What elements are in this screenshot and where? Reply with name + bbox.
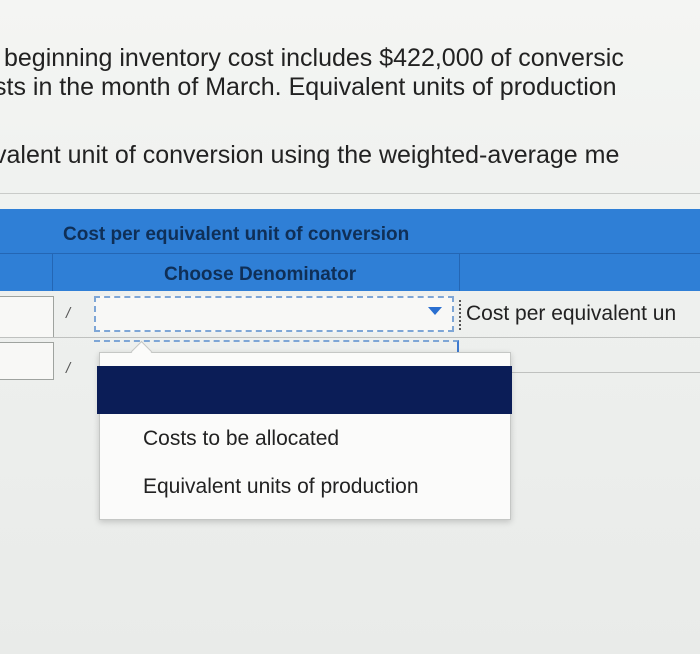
header-column-separator — [52, 253, 53, 291]
numerator-cell-row-1[interactable] — [0, 296, 54, 338]
question-text-line-1: beginning inventory cost includes $422,0… — [4, 44, 624, 72]
section-divider — [0, 193, 700, 194]
dropdown-option-blank-selected[interactable] — [97, 366, 512, 414]
question-text-line-3: valent unit of conversion using the weig… — [0, 141, 620, 169]
dropdown-option-costs-to-be-allocated[interactable]: Costs to be allocated — [143, 427, 339, 451]
divide-symbol: / — [66, 305, 71, 322]
dropdown-option-equivalent-units[interactable]: Equivalent units of production — [143, 475, 419, 499]
denominator-column-header: Choose Denominator — [164, 264, 357, 285]
cell-separator — [459, 300, 461, 330]
chevron-down-icon[interactable] — [428, 307, 442, 315]
cost-per-unit-label: Cost per equivalent un — [466, 302, 677, 325]
table-title: Cost per equivalent unit of conversion — [63, 224, 410, 245]
row-divider — [0, 337, 700, 338]
numerator-cell-row-2[interactable] — [0, 342, 54, 380]
header-column-separator — [459, 253, 460, 291]
question-text-line-2: sts in the month of March. Equivalent un… — [0, 73, 617, 101]
row-divider — [512, 372, 700, 373]
denominator-select-row-1[interactable] — [94, 296, 454, 332]
divide-symbol: / — [66, 360, 71, 377]
